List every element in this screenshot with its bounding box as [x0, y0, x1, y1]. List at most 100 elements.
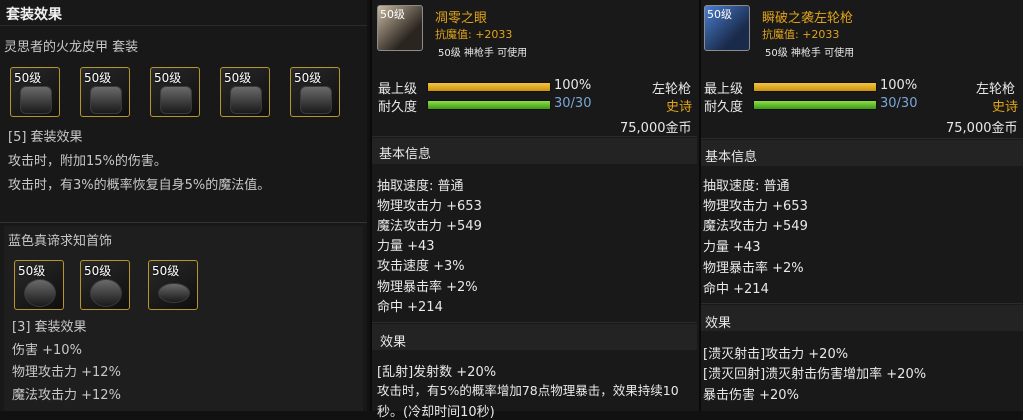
item2-effect: [溃灭射击]攻击力 +20%	[703, 347, 849, 362]
item2-icon[interactable]: 50级	[704, 5, 750, 51]
piece-level: 50级	[84, 264, 112, 278]
item-level: 50级	[380, 8, 405, 21]
set2-piece-necklace[interactable]: 50级	[80, 260, 130, 310]
item2-quality-label: 最上级	[704, 82, 744, 97]
set1-piece-helmet[interactable]: 50级	[10, 67, 60, 117]
item1-divider	[372, 136, 697, 137]
item2-quality-bar	[753, 82, 877, 92]
item1-effect: [乱射]发射数 +20%	[377, 365, 497, 380]
item2-quality-value: 100%	[880, 78, 918, 93]
set2-bonus-line: 物理攻击力 +12%	[12, 365, 121, 380]
item1-stat: 攻击速度 +3%	[377, 259, 465, 274]
item2-stat: 力量 +43	[703, 240, 761, 255]
item1-divider-2	[372, 322, 697, 323]
item1-type: 左轮枪	[652, 82, 692, 97]
durability-bar-fill	[754, 101, 876, 109]
item2-stat: 物理暴击率 +2%	[703, 261, 804, 276]
piece-level: 50级	[14, 71, 42, 85]
resist-label: 抗魔值:	[435, 28, 472, 41]
item1-stat: 力量 +43	[377, 239, 435, 254]
item2-effect: 暴击伤害 +20%	[703, 388, 799, 403]
accessory-icon	[24, 279, 56, 307]
item1-name: 凋零之眼	[435, 11, 488, 26]
item1-price: 75,000金币	[620, 121, 692, 136]
set2-bonus-header: [3] 套装效果	[12, 320, 87, 335]
item2-name: 瞬破之袭左轮枪	[762, 11, 854, 26]
item2-resist: 抗魔值: +2033	[762, 26, 839, 42]
set1-piece-belt[interactable]: 50级	[220, 67, 270, 117]
item1-basic-header: 基本信息	[379, 147, 432, 162]
item2-stat: 物理攻击力 +653	[703, 199, 808, 214]
resist-value: +2033	[802, 28, 840, 41]
item1-quality-value: 100%	[554, 78, 592, 93]
set2-piece-ring[interactable]: 50级	[148, 260, 198, 310]
piece-level: 50级	[294, 71, 322, 85]
set1-bonus-line: 攻击时，附加15%的伤害。	[8, 154, 167, 169]
item-level: 50级	[707, 8, 732, 21]
set1-piece-boots[interactable]: 50级	[290, 67, 340, 117]
set1-name: 灵思者的火龙皮甲 套装	[4, 40, 139, 55]
title-divider	[0, 25, 367, 26]
piece-level: 50级	[154, 71, 182, 85]
armor-piece-icon	[300, 86, 332, 114]
item1-quality-bar	[427, 82, 551, 92]
set2-bonus-line: 魔法攻击力 +12%	[12, 388, 121, 403]
item2-durability-label: 耐久度	[704, 100, 744, 115]
set1-bonus-line: 攻击时，有3%的概率恢复自身5%的魔法值。	[8, 178, 271, 193]
item1-durability-bar	[427, 100, 551, 110]
item2-type: 左轮枪	[976, 82, 1016, 97]
quality-bar-fill	[428, 83, 550, 91]
item1-effect: 攻击时，有5%的概率增加78点物理暴击，效果持续10	[377, 383, 679, 398]
set2-name: 蓝色真谛求知首饰	[8, 234, 113, 249]
armor-piece-icon	[160, 86, 192, 114]
set1-piece-top[interactable]: 50级	[80, 67, 130, 117]
ring-icon	[158, 283, 190, 303]
item2-durability-bar	[753, 100, 877, 110]
item1-stat: 抽取速度: 普通	[377, 179, 464, 194]
accessory-icon	[90, 279, 122, 307]
set2-bonus-line: 伤害 +10%	[12, 343, 82, 358]
set1-bonus-header: [5] 套装效果	[8, 130, 83, 145]
armor-piece-icon	[20, 86, 52, 114]
item2-effect-section	[701, 305, 1023, 331]
item1-stat: 命中 +214	[377, 300, 443, 315]
item1-stat: 魔法攻击力 +549	[377, 219, 482, 234]
item1-resist: 抗魔值: +2033	[435, 26, 512, 42]
item1-requirement: 50级 神枪手 可使用	[438, 48, 528, 59]
item2-price: 75,000金币	[946, 121, 1018, 136]
set-divider	[0, 222, 367, 223]
item2-stat: 魔法攻击力 +549	[703, 219, 808, 234]
armor-piece-icon	[90, 86, 122, 114]
piece-level: 50级	[18, 264, 46, 278]
item1-quality-label: 最上级	[378, 82, 418, 97]
resist-value: +2033	[475, 28, 513, 41]
item2-durability-value: 30/30	[880, 96, 918, 111]
item1-stat: 物理攻击力 +653	[377, 199, 482, 214]
quality-bar-fill	[754, 83, 876, 91]
item2-stat: 命中 +214	[703, 282, 769, 297]
piece-level: 50级	[152, 264, 180, 278]
item2-rarity: 史诗	[992, 100, 1019, 115]
item1-icon[interactable]: 50级	[377, 5, 423, 51]
piece-level: 50级	[224, 71, 252, 85]
item2-effect-header: 效果	[705, 316, 732, 331]
item2-stat: 抽取速度: 普通	[703, 179, 790, 194]
item2-divider	[701, 138, 1023, 139]
item2-basic-header: 基本信息	[705, 150, 758, 165]
item1-rarity: 史诗	[666, 100, 693, 115]
durability-bar-fill	[428, 101, 550, 109]
set2-piece-bracelet[interactable]: 50级	[14, 260, 64, 310]
set1-piece-shoulder[interactable]: 50级	[150, 67, 200, 117]
item1-durability-label: 耐久度	[378, 100, 418, 115]
item1-stat: 物理暴击率 +2%	[377, 280, 478, 295]
set-panel-title: 套装效果	[6, 7, 62, 23]
resist-label: 抗魔值:	[762, 28, 799, 41]
item2-requirement: 50级 神枪手 可使用	[765, 48, 855, 59]
item1-effect-header: 效果	[380, 335, 407, 350]
item1-durability-value: 30/30	[554, 96, 592, 111]
item1-effect-section	[372, 324, 697, 350]
armor-piece-icon	[230, 86, 262, 114]
piece-level: 50级	[84, 71, 112, 85]
item2-divider-2	[701, 303, 1023, 304]
item2-effect: [溃灭回射]溃灭射击伤害增加率 +20%	[703, 367, 927, 382]
